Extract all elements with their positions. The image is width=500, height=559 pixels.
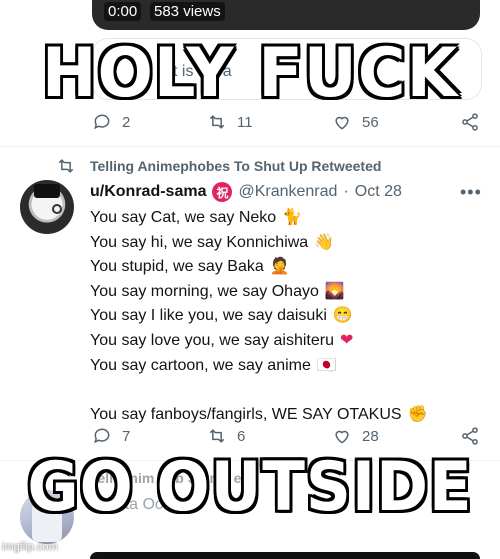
- video-thumbnail[interactable]: 0:00 583 views: [92, 0, 480, 30]
- video-views: 583 views: [150, 2, 225, 21]
- share-button[interactable]: [460, 112, 480, 132]
- share-icon: [462, 113, 478, 131]
- reply-icon: [94, 114, 110, 130]
- grinning-emoji: 😁: [332, 307, 353, 325]
- retweet-button[interactable]: 11: [207, 112, 253, 132]
- japan-flag-emoji: 🇯🇵: [316, 356, 337, 374]
- tweet-line: You stupid, we say Baka 🤦: [90, 255, 470, 280]
- tweet-date[interactable]: Oct 28: [355, 183, 402, 201]
- tweet-line: You say I like you, we say daisuki 😁: [90, 304, 470, 329]
- meme-top-caption: HOLY FUCK: [41, 34, 459, 113]
- retweet-icon: [209, 429, 225, 443]
- cat-emoji: 🐈: [282, 209, 303, 226]
- meme-bottom-caption: GO OUTSIDE: [27, 448, 473, 527]
- watermark: imgflip.com: [2, 541, 58, 553]
- separator-dot: ·: [343, 183, 349, 200]
- divider: [0, 146, 500, 147]
- reply-button[interactable]: 7: [92, 426, 130, 446]
- heart-icon: [335, 116, 349, 130]
- tweet-line: You say Cat, we say Neko 🐈: [90, 206, 470, 231]
- user-handle[interactable]: @Krankenrad: [238, 183, 337, 201]
- avatar[interactable]: [20, 180, 74, 234]
- more-options-icon[interactable]: •••: [460, 182, 482, 203]
- retweeted-by-label: Telling Animephobes To Shut Up Retweeted: [90, 158, 382, 174]
- share-icon: [462, 427, 478, 445]
- like-count: 56: [362, 113, 379, 131]
- retweet-count: 11: [237, 113, 253, 131]
- reply-icon: [94, 428, 110, 444]
- tweet-line: You say love you, we say aishiteru ❤: [90, 329, 470, 354]
- media-thumbnail[interactable]: [90, 552, 480, 559]
- tweet-text: You say Cat, we say Neko 🐈 You say hi, we…: [90, 206, 470, 427]
- avatar-hat-graphic: [34, 184, 60, 198]
- waving-hand-emoji: 👋: [314, 233, 335, 251]
- heart-icon: [335, 430, 349, 444]
- like-button[interactable]: 56: [332, 112, 379, 132]
- tweet-line: You say fanboys/fangirls, WE SAY OTAKUS ✊: [90, 403, 470, 428]
- tweet-header: u/Konrad-sama 祝 @Krankenrad · Oct 28: [90, 182, 402, 202]
- reply-count: 2: [122, 113, 131, 131]
- video-time: 0:00: [104, 2, 142, 21]
- tweet-line: You say cartoon, we say anime 🇯🇵: [90, 354, 470, 379]
- retweet-icon: [58, 159, 74, 173]
- reply-button[interactable]: 2: [92, 112, 130, 132]
- tweet-line: You say hi, we say Konnichiwa 👋: [90, 231, 470, 256]
- retweet-icon: [209, 115, 225, 129]
- raised-fist-emoji: ✊: [407, 405, 428, 423]
- like-count: 28: [362, 427, 379, 445]
- retweet-count: 6: [237, 427, 246, 445]
- retweet-button[interactable]: 6: [207, 426, 245, 446]
- tweet-line: You say morning, we say Ohayo 🌄: [90, 280, 470, 305]
- avatar-monocle-graphic: [52, 204, 62, 214]
- like-button[interactable]: 28: [332, 426, 379, 446]
- display-name[interactable]: u/Konrad-sama: [90, 183, 206, 201]
- reply-count: 7: [122, 427, 131, 445]
- share-button[interactable]: [460, 426, 480, 446]
- sunrise-emoji: 🌄: [324, 282, 345, 300]
- retweeted-banner[interactable]: Telling Animephobes To Shut Up Retweeted: [56, 156, 381, 176]
- tweet1-action-bar: 2 11 56: [92, 112, 492, 140]
- red-heart-emoji: ❤: [340, 331, 354, 349]
- facepalm-emoji: 🤦: [269, 258, 290, 276]
- name-badge: 祝: [212, 182, 233, 202]
